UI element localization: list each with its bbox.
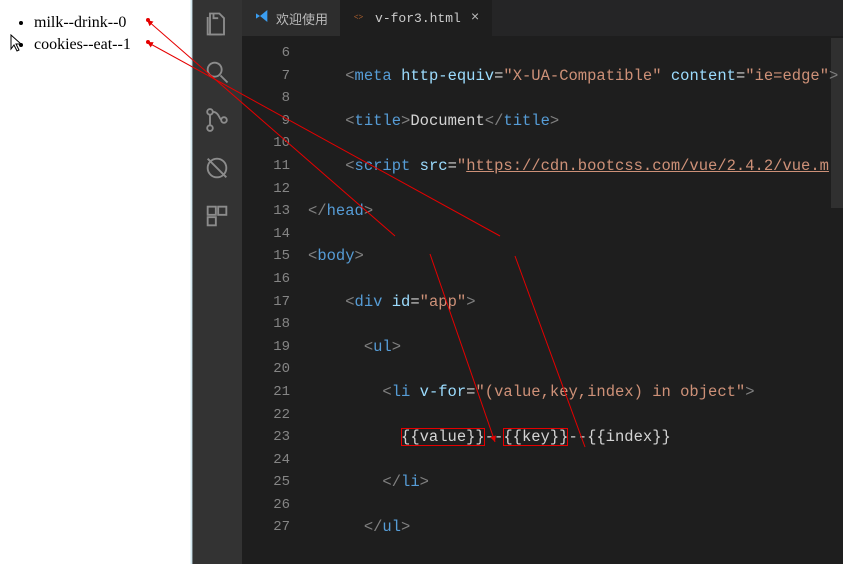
debug-icon[interactable] xyxy=(203,154,231,182)
source-control-icon[interactable] xyxy=(203,106,231,134)
tab-welcome[interactable]: 欢迎使用 xyxy=(242,0,341,36)
list-item: cookies--eat--1 xyxy=(34,34,191,56)
explorer-icon[interactable] xyxy=(203,10,231,38)
editor-area: 欢迎使用 <> v-for3.html × 678910111213141516… xyxy=(242,0,843,564)
search-icon[interactable] xyxy=(203,58,231,86)
tab-bar: 欢迎使用 <> v-for3.html × xyxy=(242,0,843,36)
vscode-icon xyxy=(254,8,270,28)
code-content: <meta http-equiv="X-UA-Compatible" conte… xyxy=(308,36,838,564)
tab-label: 欢迎使用 xyxy=(276,9,328,28)
list-item: milk--drink--0 xyxy=(34,12,191,34)
line-gutter: 6789101112131415161718192021222324252627 xyxy=(242,36,308,564)
vscode-window: 欢迎使用 <> v-for3.html × 678910111213141516… xyxy=(192,0,843,564)
tab-label: v-for3.html xyxy=(375,11,461,26)
svg-text:<>: <> xyxy=(354,11,364,21)
code-editor[interactable]: 6789101112131415161718192021222324252627… xyxy=(242,36,843,564)
browser-preview-panel: milk--drink--0 cookies--eat--1 xyxy=(0,0,192,564)
extensions-icon[interactable] xyxy=(203,202,231,230)
scrollbar-thumb[interactable] xyxy=(831,38,843,208)
cursor-icon xyxy=(10,34,24,57)
html-icon: <> xyxy=(353,8,369,28)
rendered-list: milk--drink--0 cookies--eat--1 xyxy=(18,12,191,56)
tab-file[interactable]: <> v-for3.html × xyxy=(341,0,492,36)
activity-bar xyxy=(192,0,242,564)
close-icon[interactable]: × xyxy=(471,10,479,26)
